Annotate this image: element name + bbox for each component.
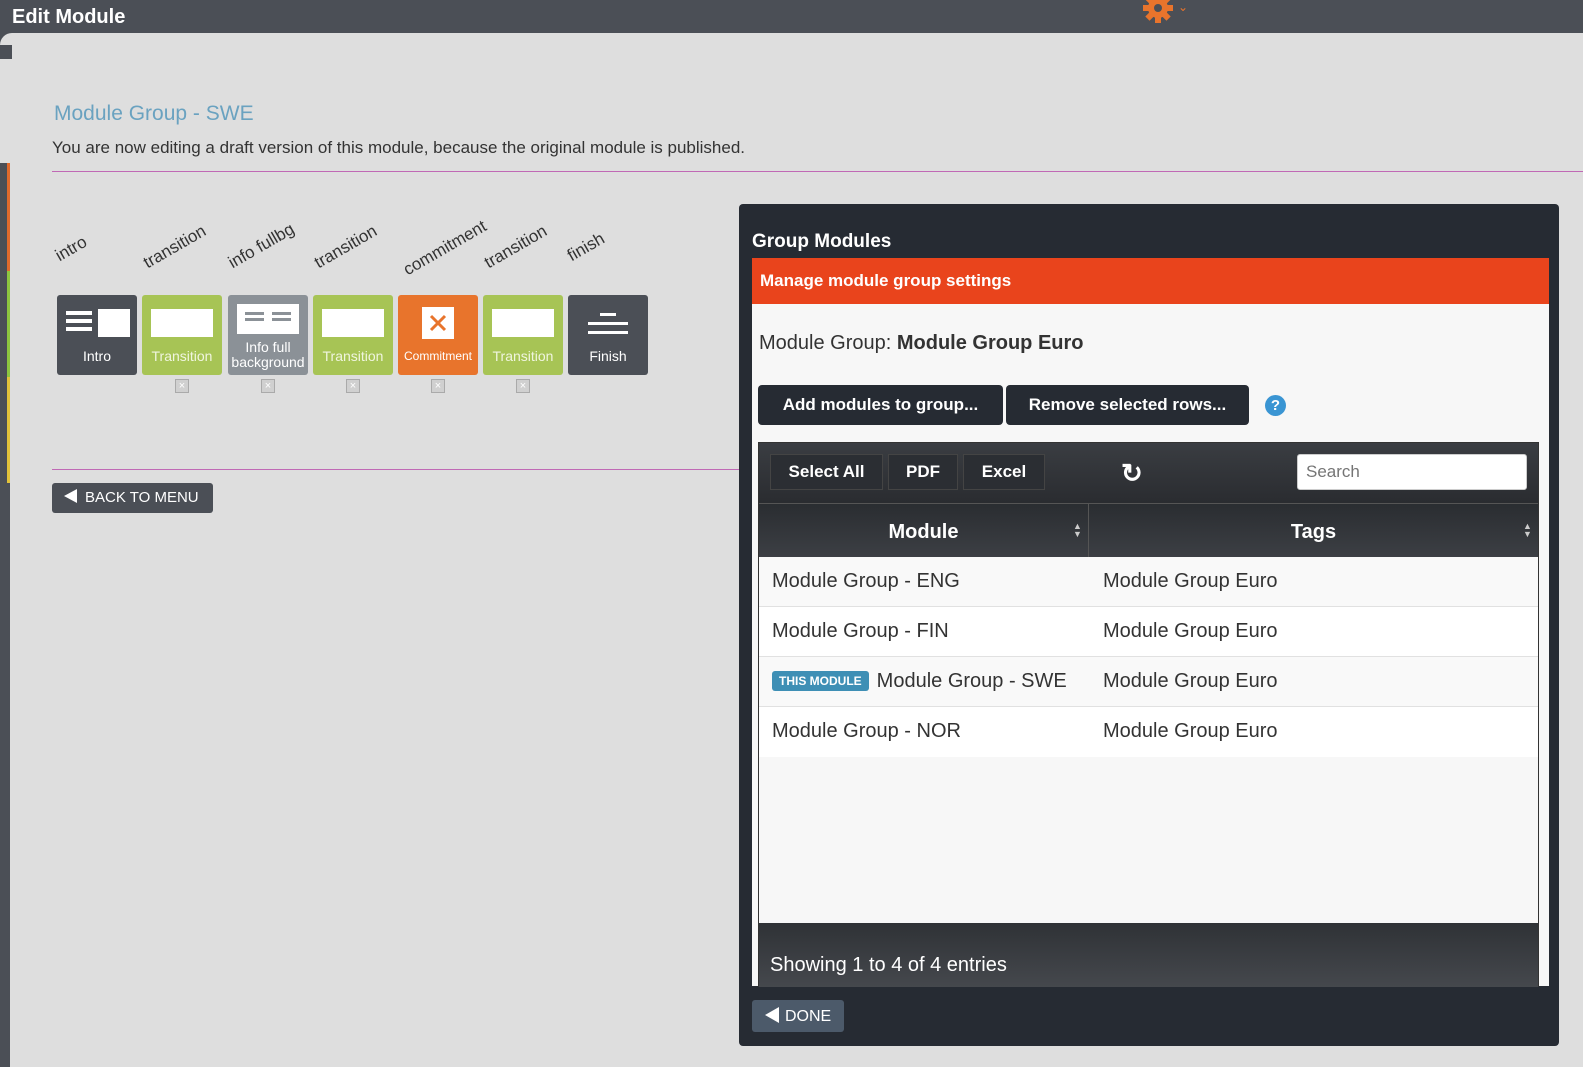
module-cell: Module Group - FIN	[772, 620, 949, 642]
add-modules-button[interactable]: Add modules to group...	[758, 385, 1003, 425]
page-corner	[0, 33, 12, 59]
tags-cell: Module Group Euro	[1103, 720, 1278, 742]
search-input[interactable]	[1297, 454, 1527, 490]
slide-caption: Commitment	[403, 349, 472, 363]
window-title: Edit Module	[12, 6, 126, 28]
slide-tile-commitment[interactable]: Commitment	[398, 295, 478, 375]
table-toolbar: Select All PDF Excel ↻	[759, 443, 1538, 503]
slide-caption: Transition	[151, 348, 213, 364]
side-strip	[0, 271, 10, 377]
module-cell: Module Group - ENG	[772, 570, 960, 592]
back-arrow-icon	[64, 489, 77, 503]
divider	[52, 171, 1583, 172]
module-cell: Module Group - NOR	[772, 720, 961, 742]
info-layout-icon	[237, 304, 299, 334]
table-row[interactable]: Module Group - FIN Module Group Euro	[759, 607, 1538, 657]
slide-type-label: transition	[311, 221, 381, 273]
delete-slide-icon[interactable]: ×	[431, 379, 445, 393]
sort-icon[interactable]: ▲ ▼	[1523, 522, 1532, 539]
top-bar: Edit Module ⌄	[0, 0, 1583, 33]
finish-lines-icon	[588, 313, 628, 334]
transition-layout-icon	[151, 309, 213, 337]
module-cell: THIS MODULE Module Group - SWE	[772, 670, 1067, 693]
excel-button[interactable]: Excel	[963, 454, 1045, 490]
module-group-name: Module Group Euro	[896, 332, 1084, 354]
slide-type-label: transition	[481, 221, 551, 273]
delete-slide-icon[interactable]: ×	[516, 379, 530, 393]
pdf-button[interactable]: PDF	[888, 454, 958, 490]
table-row[interactable]: Module Group - ENG Module Group Euro	[759, 557, 1538, 607]
select-all-button[interactable]: Select All	[770, 454, 883, 490]
column-header-module[interactable]: Module ▲ ▼	[759, 504, 1089, 558]
slide-caption: Transition	[492, 348, 554, 364]
tags-cell: Module Group Euro	[1103, 620, 1278, 642]
slide-tile-transition[interactable]: Transition	[142, 295, 222, 375]
this-module-badge: THIS MODULE	[772, 671, 869, 691]
slide-caption: Info full background	[231, 339, 305, 370]
group-modules-dialog: Group Modules Manage module group settin…	[739, 204, 1559, 1046]
modules-table: Select All PDF Excel ↻ Module ▲▼ Tags ▲▼…	[758, 442, 1539, 987]
transition-layout-icon	[322, 309, 384, 337]
slide-tile-info[interactable]: Info full background	[228, 295, 308, 375]
tags-cell: Module Group Euro	[1103, 670, 1278, 692]
column-header-tags[interactable]: Tags ▲ ▼	[1089, 504, 1538, 558]
slide-caption: Transition	[322, 348, 384, 364]
module-title: Module Group - SWE	[54, 102, 254, 125]
dialog-title: Group Modules	[752, 231, 892, 252]
slide-tile-transition[interactable]: Transition	[313, 295, 393, 375]
transition-layout-icon	[492, 309, 554, 337]
slide-caption: Intro	[82, 348, 111, 364]
slide-tile-finish[interactable]: Finish	[568, 295, 648, 375]
remove-rows-button[interactable]: Remove selected rows...	[1006, 385, 1249, 425]
slide-type-label: commitment	[400, 216, 490, 280]
slide-type-label: finish	[564, 228, 608, 266]
column-header-label: Tags	[1290, 521, 1337, 543]
side-strip	[0, 483, 10, 1067]
module-group-line: Module Group: Module Group Euro	[759, 332, 1084, 355]
slide-caption: Finish	[589, 348, 627, 364]
column-header-label: Module	[888, 521, 959, 543]
intro-layout-icon	[66, 309, 130, 337]
chevron-down-icon[interactable]: ⌄	[1178, 0, 1188, 14]
back-to-menu-button[interactable]: BACK TO MENU	[52, 483, 213, 513]
module-name: Module Group - SWE	[876, 670, 1067, 692]
slide-type-label: intro	[52, 232, 91, 266]
delete-slide-icon[interactable]: ×	[346, 379, 360, 393]
dialog-body: Manage module group settings Module Grou…	[752, 258, 1549, 987]
table-row[interactable]: Module Group - NOR Module Group Euro	[759, 707, 1538, 757]
side-strip	[0, 163, 10, 271]
delete-slide-icon[interactable]: ×	[261, 379, 275, 393]
divider	[52, 469, 752, 470]
delete-slide-icon[interactable]: ×	[175, 379, 189, 393]
sort-icon[interactable]: ▲ ▼	[1073, 522, 1082, 539]
draft-notice: You are now editing a draft version of t…	[52, 138, 746, 157]
slide-tile-transition[interactable]: Transition	[483, 295, 563, 375]
table-header: Module ▲ ▼ Tags ▲ ▼	[759, 503, 1538, 558]
table-footer: Showing 1 to 4 of 4 entries	[759, 923, 1538, 987]
module-group-label: Module Group:	[759, 332, 897, 354]
slide-tile-intro[interactable]: Intro	[57, 295, 137, 375]
done-button[interactable]: DONE	[752, 1000, 844, 1032]
slide-type-label: transition	[140, 221, 210, 273]
gear-icon[interactable]	[1142, 0, 1174, 24]
back-button-label: BACK TO MENU	[85, 489, 199, 506]
table-row[interactable]: THIS MODULE Module Group - SWE Module Gro…	[759, 657, 1538, 707]
done-button-label: DONE	[785, 1008, 832, 1025]
commitment-x-icon	[422, 307, 454, 339]
tags-cell: Module Group Euro	[1103, 570, 1278, 592]
settings-banner: Manage module group settings	[752, 258, 1549, 304]
side-strip	[0, 377, 10, 483]
slide-type-label: info fullbg	[225, 219, 298, 273]
refresh-icon[interactable]: ↻	[1121, 458, 1143, 489]
back-arrow-icon	[765, 1007, 779, 1023]
help-icon[interactable]: ?	[1265, 395, 1286, 416]
